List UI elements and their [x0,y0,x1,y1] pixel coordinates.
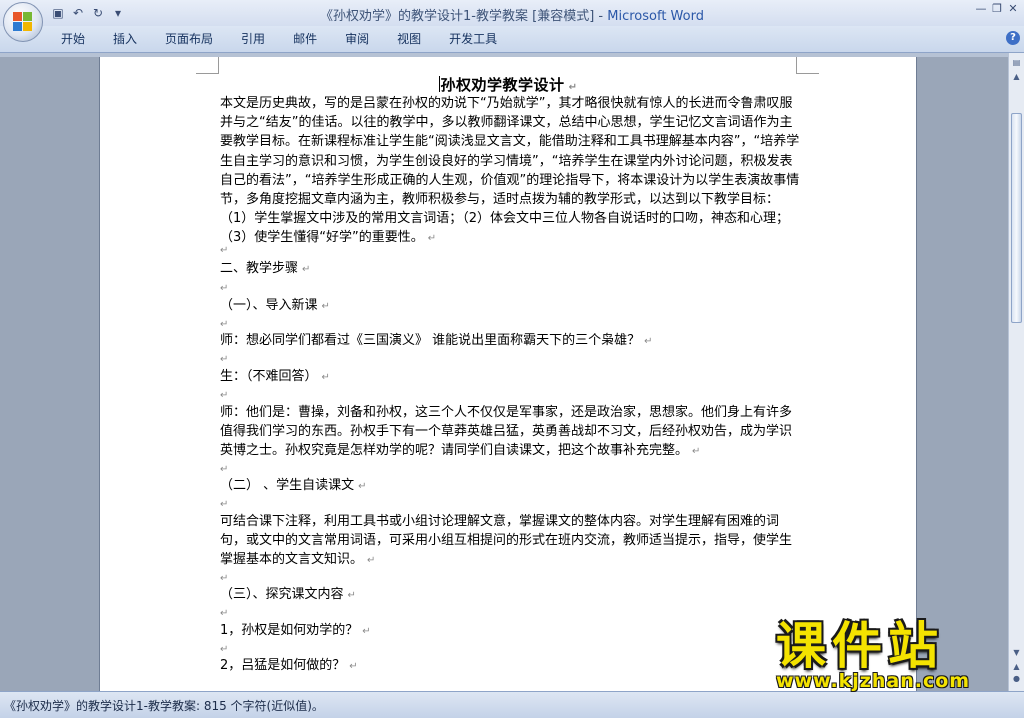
browse-object-icon[interactable]: ● [1011,673,1022,685]
tab-page-layout[interactable]: 页面布局 [151,26,227,52]
ribbon-tabs: 开始 插入 页面布局 引用 邮件 审阅 视图 开发工具 [47,26,511,52]
paragraph-mark-icon: ↵ [358,481,367,492]
tab-developer[interactable]: 开发工具 [435,26,511,52]
document-title: 孙权劝学教学设计 ↵ [100,74,916,95]
tab-review[interactable]: 审阅 [331,26,383,52]
scrollbar-thumb[interactable] [1011,113,1022,323]
office-logo-icon [13,12,33,32]
section-heading: 二、教学步骤 ↵ [220,261,311,276]
paragraph-mark-icon: ↵ [321,372,330,383]
scroll-down-icon[interactable]: ▼ [1011,647,1022,659]
paragraph-mark-icon: ↵ [362,626,371,637]
paragraph-mark-icon: ↵ [349,661,358,672]
vertical-scrollbar[interactable]: ▤ ▲ ▼ ▲ ● [1008,53,1024,691]
question-line: 2，吕猛是如何做的？ ↵ [220,658,358,673]
paragraph-mark-icon: ↵ [568,82,578,93]
minimize-icon[interactable]: — [974,2,988,16]
tab-mailings[interactable]: 邮件 [279,26,331,52]
paragraph-mark-icon: ↵ [220,390,229,401]
crop-mark-right [796,57,819,74]
paragraph-mark-icon: ↵ [220,354,229,365]
window-controls: — ❐ ✕ [974,2,1020,16]
paragraph-mark-icon: ↵ [367,555,376,567]
tab-insert[interactable]: 插入 [99,26,151,52]
office-button[interactable] [3,2,43,42]
paragraph-mark-icon: ↵ [644,336,653,347]
intro-paragraph: 本文是历史典故，写的是吕蒙在孙权的劝说下“乃始就学”，其才略很快就有惊人的长进而… [220,96,800,246]
paragraph-mark-icon: ↵ [220,283,229,294]
document-name: 《孙权劝学》的教学设计1-教学教案 [兼容模式] [320,9,595,24]
scroll-up-icon[interactable]: ▲ [1011,71,1022,83]
title-bar: ▣ ↶ ↻ ▾ 《孙权劝学》的教学设计1-教学教案 [兼容模式] - Micro… [0,0,1024,26]
tab-home[interactable]: 开始 [47,26,99,52]
document-page[interactable]: 孙权劝学教学设计 ↵ 本文是历史典故，写的是吕蒙在孙权的劝说下“乃始就学”，其才略… [99,57,917,691]
paragraph-mark-icon: ↵ [220,644,229,655]
paragraph-mark-icon: ↵ [220,499,229,510]
teacher-paragraph: 师：他们是：曹操，刘备和孙权，这三个人不仅仅是军事家，还是政治家，思想家。他们身… [220,405,793,459]
paragraph-mark-icon: ↵ [302,264,311,275]
help-icon[interactable]: ? [1006,31,1020,45]
restore-icon[interactable]: ❐ [990,2,1004,16]
watermark-url: www.kjzhan.com [776,670,971,692]
text-cursor [438,76,440,92]
empty-paragraph: ↵ [220,240,800,260]
body-paragraph: 可结合课下注释，利用工具书或小组讨论理解文意，掌握课文的整体内容。对学生理解有困… [220,514,793,568]
close-icon[interactable]: ✕ [1006,2,1020,16]
watermark-chinese: 课件站 [776,617,944,675]
status-text: 《孙权劝学》的教学设计1-教学教案: 815 个字符(近似值)。 [4,699,324,713]
document-title-text: 孙权劝学教学设计 [440,76,565,94]
ribbon: 开始 插入 页面布局 引用 邮件 审阅 视图 开发工具 ? [0,26,1024,53]
paragraph-mark-icon: ↵ [321,301,330,312]
ruler-toggle-icon[interactable]: ▤ [1011,57,1022,69]
title-separator: - [594,9,608,24]
previous-page-icon[interactable]: ▲ [1011,661,1022,673]
paragraph-mark-icon: ↵ [220,464,229,475]
app-name: Microsoft Word [607,9,704,24]
paragraph-mark-icon: ↵ [220,573,229,584]
paragraph-mark-icon: ↵ [220,245,229,256]
tab-view[interactable]: 视图 [383,26,435,52]
tab-references[interactable]: 引用 [227,26,279,52]
window-title: 《孙权劝学》的教学设计1-教学教案 [兼容模式] - Microsoft Wor… [0,5,1024,24]
status-bar: 《孙权劝学》的教学设计1-教学教案: 815 个字符(近似值)。 [0,691,1024,718]
paragraph-mark-icon: ↵ [347,590,356,601]
paragraph-mark-icon: ↵ [220,319,229,330]
paragraph-mark-icon: ↵ [220,608,229,619]
watermark: 课件站 www.kjzhan.com [776,618,1006,694]
paragraph-mark-icon: ↵ [692,446,701,458]
crop-mark-left [196,57,219,74]
